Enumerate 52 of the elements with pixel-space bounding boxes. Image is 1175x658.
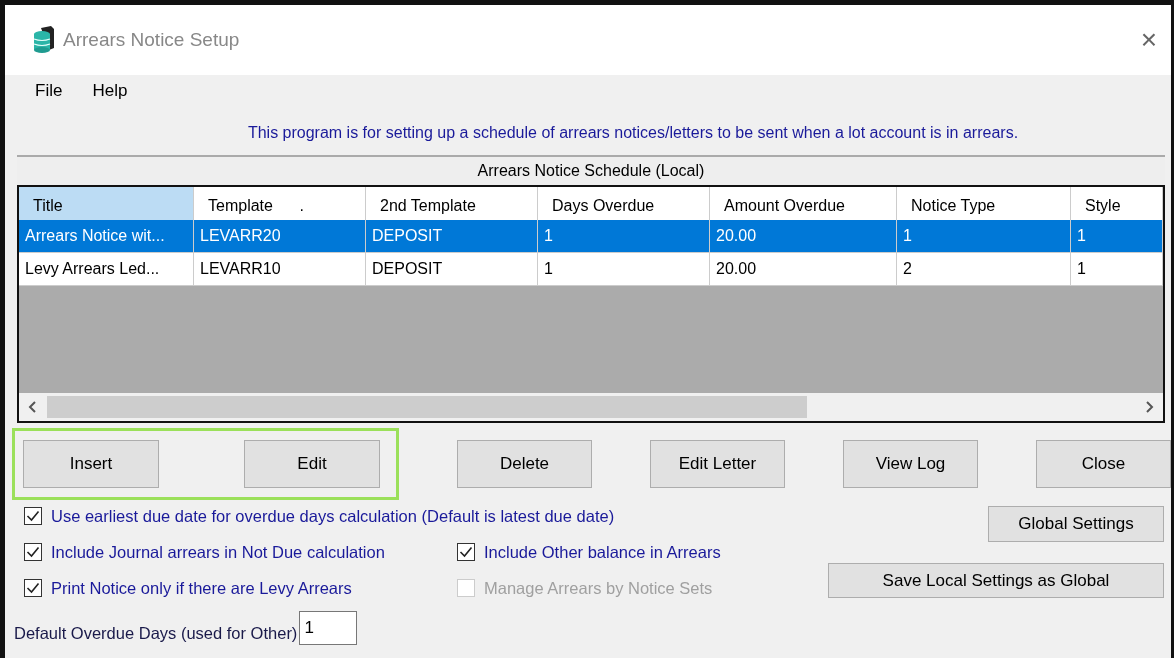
checkbox-label: Include Journal arrears in Not Due calculation (51, 541, 385, 563)
checkbox-label: Print Notice only if there are Levy Arrears (51, 577, 352, 599)
checkbox[interactable] (24, 507, 42, 526)
horizontal-scrollbar[interactable] (19, 393, 1163, 421)
table-cell: Arrears Notice wit... (19, 220, 194, 253)
window-title: Arrears Notice Setup (63, 27, 240, 52)
menu-item[interactable]: Help (92, 78, 128, 104)
settings-button[interactable]: Global Settings (988, 506, 1164, 542)
column-header[interactable]: Template . (194, 187, 366, 223)
input-field[interactable]: 1 (299, 611, 358, 646)
column-header[interactable]: 2nd Template (366, 187, 538, 223)
field-label: Default Overdue Days (used for Other) (14, 622, 298, 644)
column-header[interactable]: Notice Type (897, 187, 1071, 223)
app-icon (33, 26, 55, 54)
action-button[interactable]: Delete (457, 440, 592, 488)
table-cell: 2 (897, 253, 1071, 286)
action-button[interactable]: View Log (843, 440, 978, 488)
close-button[interactable]: × (1126, 26, 1171, 54)
menu-item[interactable]: File (35, 78, 63, 104)
scrollbar-thumb[interactable] (47, 396, 807, 418)
checkbox-label: Include Other balance in Arrears (484, 541, 721, 563)
table-cell: 20.00 (710, 220, 897, 253)
column-header[interactable]: Style (1071, 187, 1163, 223)
scroll-left-icon[interactable] (27, 400, 39, 414)
action-button[interactable]: Edit Letter (650, 440, 785, 488)
table-cell: DEPOSIT (366, 220, 538, 253)
checkbox[interactable] (24, 578, 42, 597)
table-cell: LEVARR10 (194, 253, 366, 286)
table-row[interactable]: Arrears Notice wit... LEVARR20 DEPOSIT 1 20.00 1 1 (19, 220, 1163, 253)
checkbox[interactable] (24, 543, 42, 562)
info-text: This program is for setting up a schedule of arrears notices/letters to be sent when a lot account is in arrears. (246, 123, 1020, 143)
scroll-right-icon[interactable] (1143, 400, 1155, 414)
checkbox[interactable] (457, 543, 475, 562)
table-cell: LEVARR20 (194, 220, 366, 253)
table-cell: 1 (538, 220, 710, 253)
table-cell: 20.00 (710, 253, 897, 286)
column-header[interactable]: Days Overdue (538, 187, 710, 223)
column-header[interactable]: Amount Overdue (710, 187, 897, 223)
checkbox-label: Manage Arrears by Notice Sets (484, 577, 713, 599)
action-button[interactable]: Close (1036, 440, 1171, 488)
checkbox-label: Use earliest due date for overdue days calculation (Default is latest due date) (51, 506, 615, 527)
action-button[interactable]: Edit (244, 440, 380, 488)
table-cell: 1 (538, 253, 710, 286)
action-button[interactable]: Insert (23, 440, 159, 488)
column-header[interactable]: Title (19, 187, 194, 223)
table-row[interactable]: Levy Arrears Led... LEVARR10 DEPOSIT 1 20.00 2 1 (19, 253, 1163, 286)
settings-button[interactable]: Save Local Settings as Global (828, 562, 1164, 598)
table-cell: 1 (1071, 253, 1163, 286)
table-cell: DEPOSIT (366, 253, 538, 286)
table-cell: Levy Arrears Led... (19, 253, 194, 286)
table-cell: 1 (897, 220, 1071, 253)
table-cell: 1 (1071, 220, 1163, 253)
